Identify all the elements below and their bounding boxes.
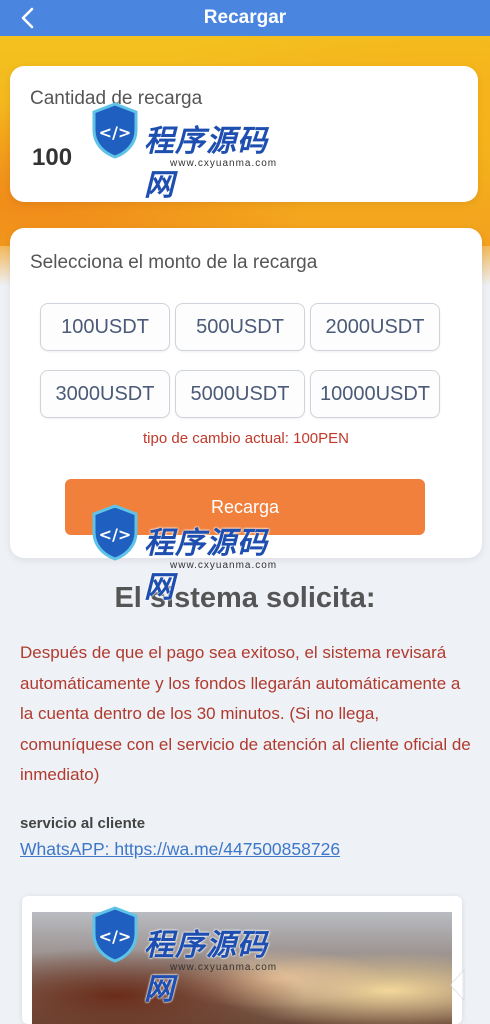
header-bar: Recargar (0, 0, 490, 36)
customer-service-label: servicio al cliente (20, 815, 146, 832)
amount-option-5000[interactable]: 5000USDT (175, 370, 305, 418)
chevron-left-icon (21, 7, 34, 29)
amount-card: Cantidad de recarga 100 (10, 66, 478, 202)
recharge-button[interactable]: Recarga (65, 479, 425, 535)
amount-option-500[interactable]: 500USDT (175, 303, 305, 351)
back-button[interactable] (14, 4, 42, 32)
amount-option-3000[interactable]: 3000USDT (40, 370, 170, 418)
carousel-arrow-icon[interactable] (446, 968, 468, 1002)
promo-photo (32, 912, 452, 1024)
exchange-rate-text: tipo de cambio actual: 100PEN (143, 430, 349, 447)
amount-option-2000[interactable]: 2000USDT (310, 303, 440, 351)
amount-input[interactable]: 100 (32, 144, 332, 172)
amount-select-card: Selecciona el monto de la recarga 100USD… (10, 228, 482, 558)
whatsapp-link[interactable]: WhatsAPP: https://wa.me/447500858726 (20, 839, 340, 860)
amount-option-100[interactable]: 100USDT (40, 303, 170, 351)
amount-option-10000[interactable]: 10000USDT (310, 370, 440, 418)
watermark-url: www.cxyuanma.com (170, 560, 278, 571)
amount-label: Cantidad de recarga (30, 88, 203, 109)
page-title: Recargar (203, 7, 287, 28)
system-notice-title: El sistema solicita: (114, 582, 376, 614)
promo-image-card (22, 896, 462, 1024)
select-amount-label: Selecciona el monto de la recarga (30, 252, 318, 273)
system-notice-description: Después de que el pago sea exitoso, el s… (20, 643, 471, 784)
